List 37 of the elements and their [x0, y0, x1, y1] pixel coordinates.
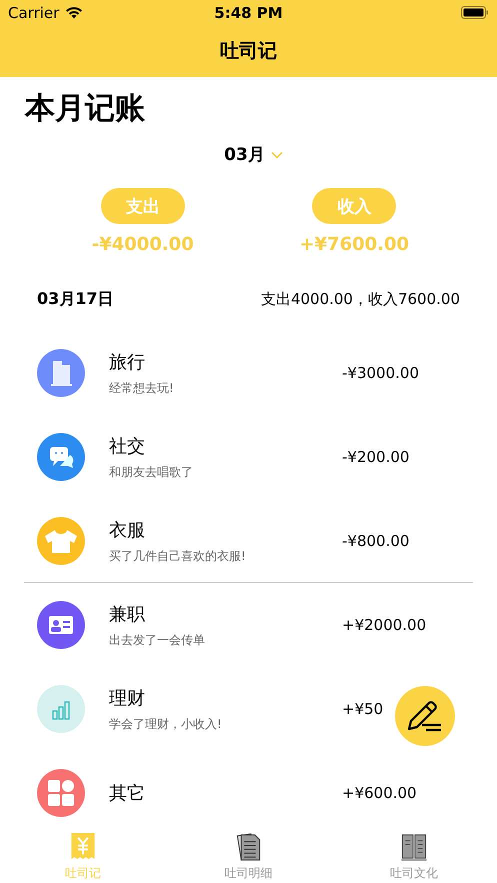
- wifi-icon: [65, 6, 84, 19]
- entry-name: 社交: [109, 434, 146, 458]
- carrier-label: Carrier: [8, 4, 60, 22]
- nav-title: 吐司记: [220, 39, 277, 64]
- entry-amount: -¥3000.00: [342, 364, 419, 382]
- summary-tab[interactable]: 支出: [100, 188, 185, 224]
- entry-note: 和朋友去唱歌了: [109, 464, 194, 480]
- month-picker[interactable]: 03月: [220, 141, 287, 168]
- entry-name: 衣服: [109, 518, 146, 542]
- tab-item[interactable]: 吐司文化: [331, 823, 497, 883]
- day-totals: 支出4000.00，收入7600.00: [260, 290, 460, 309]
- entry-name: 兼职: [109, 602, 146, 626]
- summary-amount: +¥7600.00: [299, 234, 410, 255]
- page-title: 本月记账: [25, 90, 146, 128]
- tab-item[interactable]: 吐司明细: [166, 823, 332, 883]
- entry-name: 旅行: [109, 350, 146, 374]
- battery-icon: [461, 6, 489, 19]
- entry-name: 理财: [109, 686, 146, 710]
- document-icon: [234, 832, 262, 861]
- day-date: 03月17日: [37, 289, 114, 310]
- summary-amount: -¥4000.00: [92, 234, 194, 255]
- entry-note: 学会了理财，小收入!: [109, 716, 223, 732]
- entry-amount: -¥800.00: [342, 532, 410, 550]
- entry-note: 经常想去玩!: [109, 380, 175, 396]
- entry-name: 其它: [109, 782, 146, 805]
- entry-note: 买了几件自己喜欢的衣服!: [109, 548, 247, 564]
- entry-note: 出去发了一会传单: [109, 632, 206, 648]
- summary-tab[interactable]: 收入: [312, 188, 396, 224]
- entry-amount: -¥200.00: [342, 448, 410, 466]
- entry-amount: +¥50: [342, 700, 384, 718]
- entry-amount: +¥2000.00: [342, 616, 426, 634]
- entry-amount: +¥600.00: [342, 784, 417, 802]
- clock-time: 5:48 PM: [214, 4, 283, 22]
- book-icon: [400, 832, 428, 861]
- chevron-down-icon: [270, 150, 283, 158]
- tab-item[interactable]: 吐司记: [0, 823, 166, 883]
- receipt-icon: [68, 832, 97, 861]
